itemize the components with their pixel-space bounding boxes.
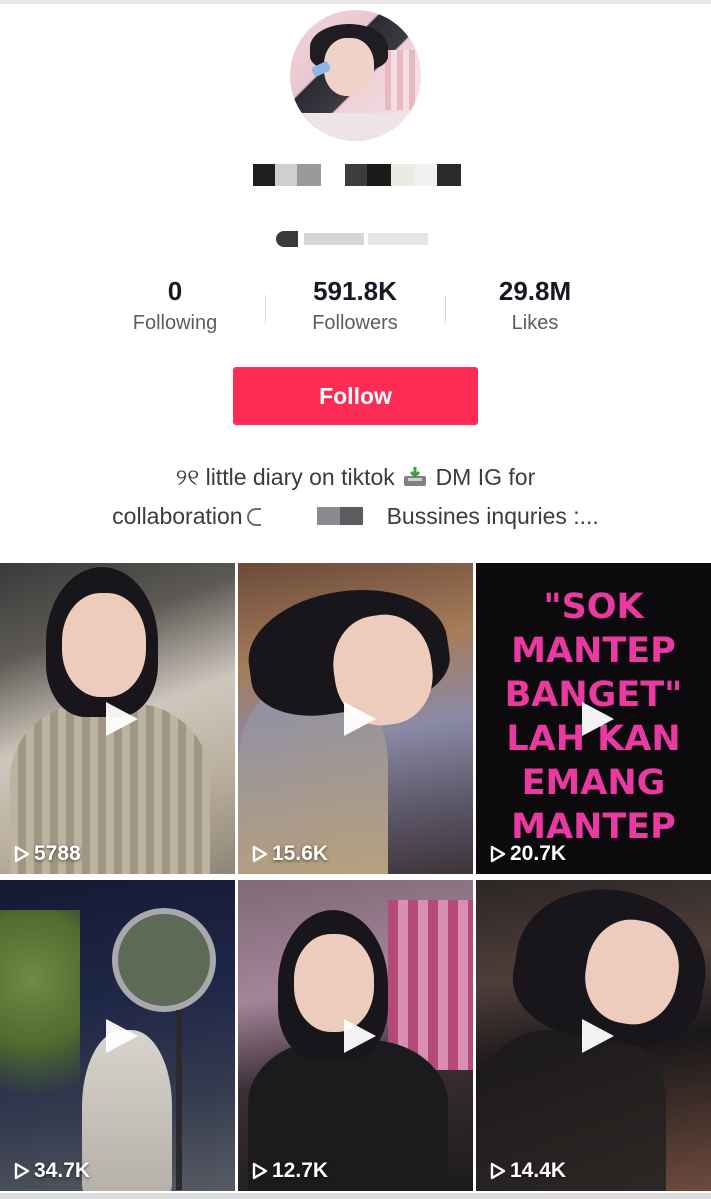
- thumbnail-curtain: [388, 900, 473, 1070]
- play-outline-icon: [14, 845, 30, 863]
- redacted-display-name: [253, 162, 461, 188]
- thumbnail-mirror: [112, 908, 216, 1012]
- play-icon: [105, 1018, 138, 1053]
- video-tile[interactable]: 15.6K: [238, 563, 473, 874]
- thumbnail-tree: [0, 910, 80, 1140]
- play-icon: [343, 1018, 376, 1053]
- play-icon: [105, 701, 138, 736]
- inbox-tray-icon: [403, 467, 427, 487]
- avatar-photo-face: [324, 38, 374, 96]
- view-count-text: 20.7K: [510, 842, 567, 865]
- play-outline-icon: [252, 1162, 268, 1180]
- bio-text: collaboration: [112, 503, 243, 529]
- play-icon: [581, 1018, 614, 1053]
- stat-following-value: 0: [167, 276, 183, 306]
- thumbnail-pole: [176, 1010, 182, 1190]
- bio-text: ୨୧ little diary on tiktok: [175, 464, 395, 490]
- video-view-count: 20.7K: [490, 842, 566, 866]
- avatar-photo-plaid: [385, 50, 421, 110]
- play-icon: [581, 701, 614, 736]
- video-tile[interactable]: "SOK MANTEP BANGET" LAH KAN EMANG MANTEP…: [476, 563, 711, 874]
- redacted-username: [270, 230, 438, 248]
- video-tile[interactable]: 14.4K: [476, 880, 711, 1191]
- video-grid: 5788 15.6K "SOK MANTEP BANGET" LAH KAN E…: [0, 563, 711, 1199]
- bio-text: DM IG for: [435, 464, 536, 490]
- redacted-handle: [246, 508, 261, 526]
- stat-likes-label: Likes: [511, 312, 559, 334]
- video-tile[interactable]: 34.7K: [0, 880, 235, 1191]
- profile-stats: 0 Following 591.8K Followers 29.8M Likes: [85, 275, 625, 345]
- view-count-text: 15.6K: [272, 842, 329, 865]
- video-view-count: 15.6K: [252, 842, 328, 866]
- video-view-count: 5788: [14, 842, 81, 866]
- play-outline-icon: [490, 845, 506, 863]
- bio-text: Bussines inquries :...: [386, 503, 599, 529]
- stat-followers-value: 591.8K: [313, 276, 397, 306]
- stat-likes: 29.8M Likes: [445, 275, 625, 337]
- overlay-line: "SOK: [543, 587, 644, 627]
- stat-followers-label: Followers: [312, 312, 398, 334]
- avatar[interactable]: [290, 10, 421, 141]
- bio-line-2: collaboration Bussines inquries :...: [60, 497, 651, 536]
- video-view-count: 14.4K: [490, 1159, 566, 1183]
- redacted-handle: [316, 507, 363, 525]
- stat-following-label: Following: [132, 312, 218, 334]
- avatar-photo-strip: [290, 113, 421, 141]
- stat-likes-value: 29.8M: [498, 276, 572, 306]
- view-count-text: 5788: [34, 842, 81, 865]
- play-outline-icon: [252, 845, 268, 863]
- follow-button[interactable]: Follow: [233, 367, 478, 425]
- overlay-line: MANTEP: [511, 631, 676, 671]
- stat-followers[interactable]: 591.8K Followers: [265, 275, 445, 337]
- video-tile[interactable]: 12.7K: [238, 880, 473, 1191]
- play-outline-icon: [490, 1162, 506, 1180]
- view-count-text: 34.7K: [34, 1159, 91, 1182]
- profile-bio: ୨୧ little diary on tiktok DM IG for coll…: [60, 458, 651, 536]
- view-count-text: 14.4K: [510, 1159, 567, 1182]
- video-tile[interactable]: 5788: [0, 563, 235, 874]
- bio-line-1: ୨୧ little diary on tiktok DM IG for: [60, 458, 651, 497]
- play-outline-icon: [14, 1162, 30, 1180]
- video-view-count: 34.7K: [14, 1159, 90, 1183]
- overlay-line: EMANG: [521, 763, 666, 803]
- stat-following[interactable]: 0 Following: [85, 275, 265, 337]
- top-divider: [0, 0, 711, 4]
- play-icon: [343, 701, 376, 736]
- grid-bottom-edge: [0, 1193, 711, 1199]
- thumbnail-figure: [62, 593, 146, 697]
- view-count-text: 12.7K: [272, 1159, 329, 1182]
- video-view-count: 12.7K: [252, 1159, 328, 1183]
